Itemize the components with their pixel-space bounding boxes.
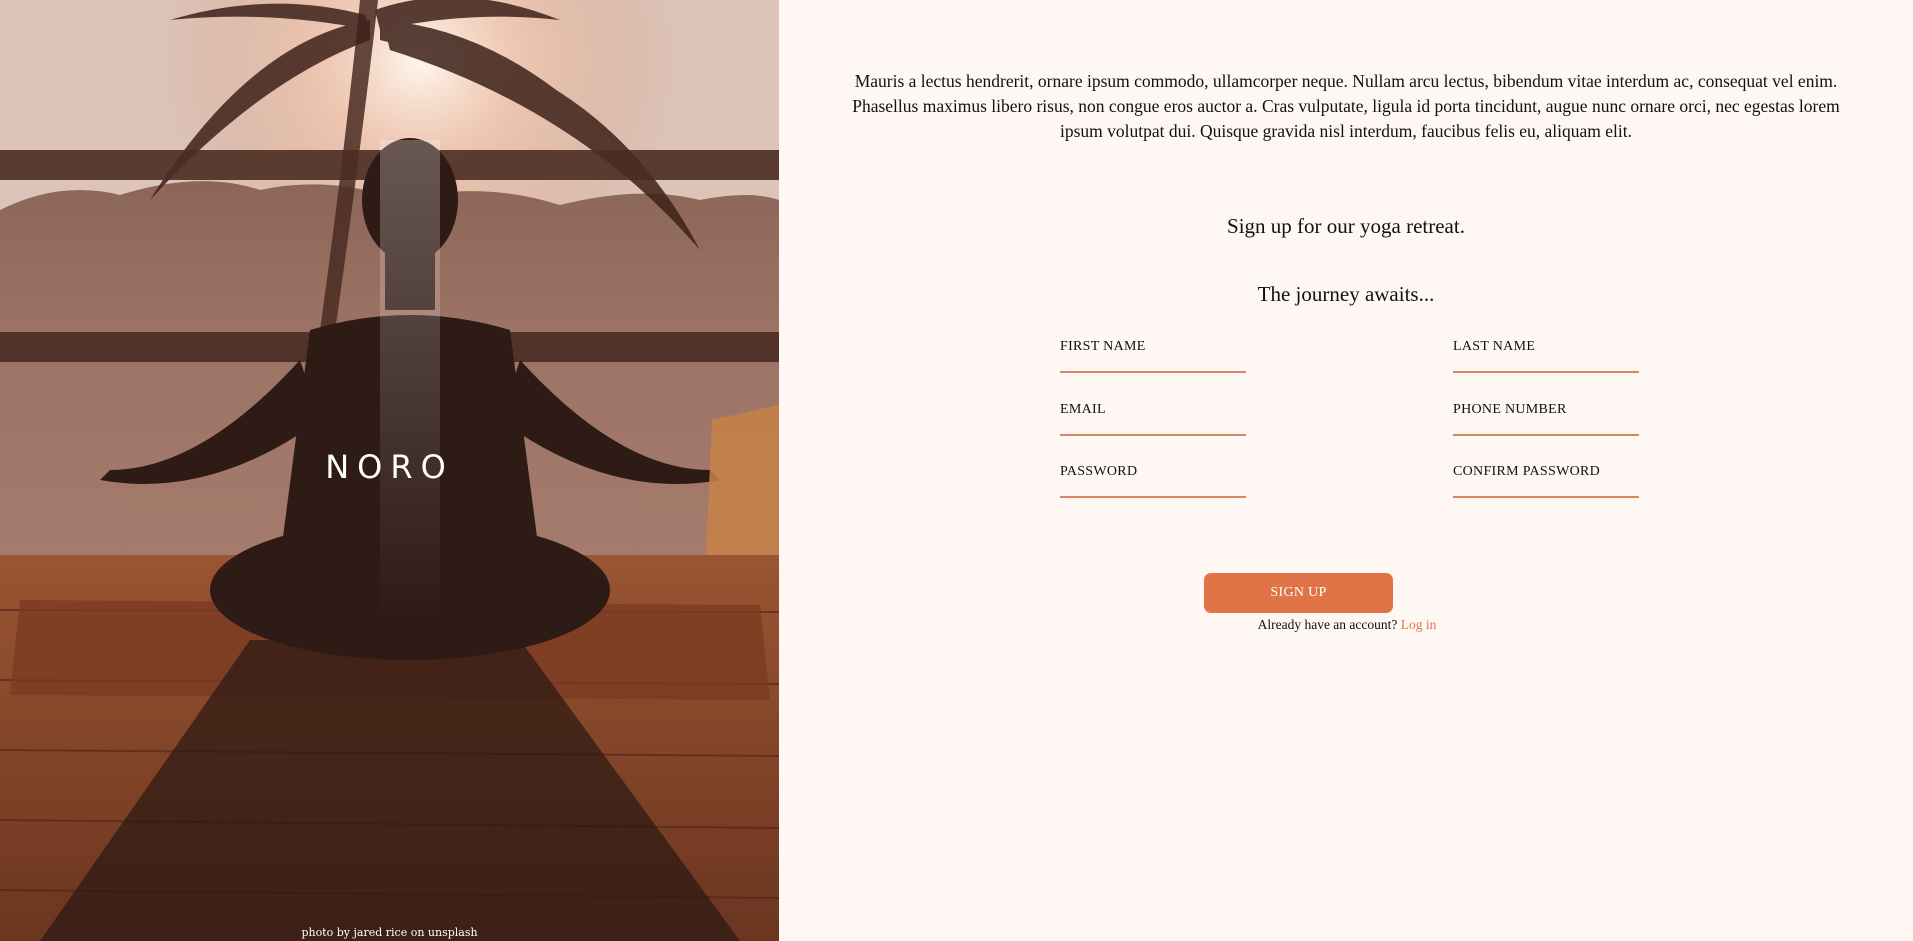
form-subheading: The journey awaits... [1257,282,1435,306]
intro-paragraph: Mauris a lectus hendrerit, ornare ipsum … [852,71,1840,141]
password-input[interactable] [1060,478,1250,496]
hero-image: NORO photo by jared rice on unsplash [0,0,779,941]
first-name-input[interactable] [1060,353,1250,371]
photo-credit: photo by jared rice on unsplash [301,926,478,939]
email-field[interactable]: EMAIL [1060,396,1250,436]
brand-logo: NORO [325,448,454,486]
email-input[interactable] [1060,416,1250,434]
login-prompt-text: Already have an account? [1257,617,1401,632]
sign-up-button[interactable]: SIGN UP [1204,573,1393,613]
first-name-field[interactable]: FIRST NAME [1060,333,1250,373]
login-prompt-line: Already have an account? Log in [779,617,1913,633]
signup-content: Mauris a lectus hendrerit, ornare ipsum … [779,0,1913,941]
password-field[interactable]: PASSWORD [1060,458,1250,498]
form-heading: Sign up for our yoga retreat. [1227,214,1465,238]
phone-field[interactable]: PHONE NUMBER [1453,396,1643,436]
confirm-password-field[interactable]: CONFIRM PASSWORD [1453,458,1643,498]
last-name-field[interactable]: LAST NAME [1453,333,1643,373]
phone-input[interactable] [1453,416,1643,434]
confirm-password-input[interactable] [1453,478,1643,496]
log-in-link[interactable]: Log in [1401,617,1437,632]
last-name-input[interactable] [1453,353,1643,371]
signup-page: NORO photo by jared rice on unsplash Mau… [0,0,1913,941]
